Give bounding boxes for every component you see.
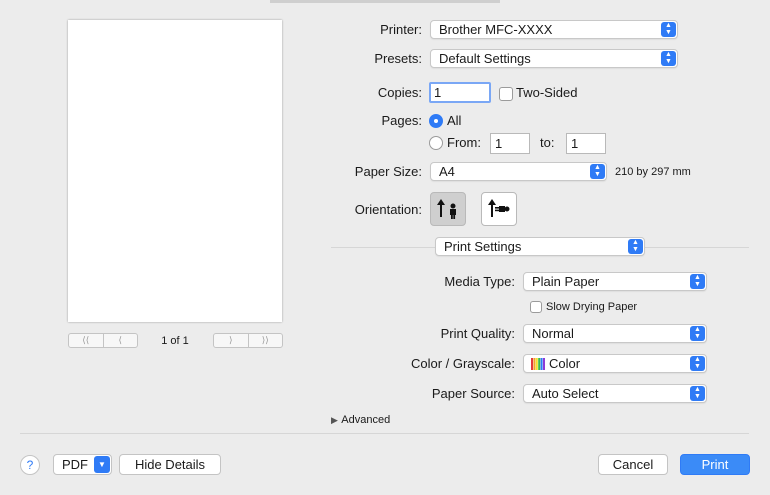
first-page-icon[interactable]: ⟨⟨ (69, 334, 103, 347)
printer-value: Brother MFC-XXXX (439, 22, 553, 37)
media-type-popup[interactable]: Plain Paper ▲ ▼ (523, 272, 707, 291)
paper-size-label: Paper Size: (354, 164, 422, 179)
page-preview (68, 20, 282, 322)
paper-source-value: Auto Select (532, 386, 599, 401)
pages-to-label: to: (540, 135, 555, 150)
printer-popup[interactable]: Brother MFC-XXXX ▲ ▼ (430, 20, 678, 39)
window-top-edge (270, 0, 500, 3)
preview-nav-forward[interactable]: ⟩ ⟩⟩ (213, 333, 283, 348)
advanced-disclosure[interactable]: ▶ Advanced (331, 411, 390, 428)
presets-popup[interactable]: Default Settings ▲ ▼ (430, 49, 678, 68)
previous-page-icon[interactable]: ⟨ (102, 334, 138, 347)
section-popup[interactable]: Print Settings ▲ ▼ (435, 237, 645, 256)
cancel-button[interactable]: Cancel (598, 454, 668, 475)
color-grayscale-value: Color (549, 356, 581, 371)
last-page-icon[interactable]: ⟩⟩ (247, 334, 283, 347)
chevron-updown-icon: ▲ ▼ (628, 239, 643, 254)
chevron-updown-icon: ▲ ▼ (590, 164, 605, 179)
chevron-updown-icon: ▲ ▼ (690, 356, 705, 371)
pdf-label: PDF (62, 457, 88, 472)
copies-label: Copies: (377, 85, 422, 100)
pages-from-input[interactable]: 1 (490, 133, 530, 154)
triangle-right-icon: ▶ (331, 415, 338, 425)
printer-label: Printer: (380, 22, 422, 37)
pages-from-radio[interactable] (429, 136, 443, 150)
chevron-updown-icon: ▲ ▼ (661, 22, 676, 37)
next-page-icon[interactable]: ⟩ (214, 334, 248, 347)
paper-source-popup[interactable]: Auto Select ▲ ▼ (523, 384, 707, 403)
chevron-updown-icon: ▲ ▼ (661, 51, 676, 66)
print-quality-label: Print Quality: (440, 326, 515, 341)
pages-from-label: From: (447, 135, 481, 150)
media-type-label: Media Type: (444, 274, 515, 289)
pdf-menu-button[interactable]: PDF ▼ (53, 454, 112, 475)
chevron-updown-icon: ▲ ▼ (690, 274, 705, 289)
paper-dimensions: 210 by 297 mm (615, 166, 691, 178)
pages-all-label: All (447, 113, 462, 128)
color-grayscale-popup[interactable]: Color ▲ ▼ (523, 354, 707, 373)
two-sided-label: Two-Sided (516, 85, 578, 100)
portrait-icon (437, 199, 456, 219)
copies-input[interactable]: 1 (429, 82, 491, 103)
landscape-icon (488, 199, 510, 217)
slow-drying-checkbox[interactable] (530, 301, 542, 313)
media-type-value: Plain Paper (532, 274, 600, 289)
paper-size-popup[interactable]: A4 ▲ ▼ (430, 162, 607, 181)
print-quality-popup[interactable]: Normal ▲ ▼ (523, 324, 707, 343)
chevron-updown-icon: ▲ ▼ (690, 326, 705, 341)
presets-value: Default Settings (439, 51, 531, 66)
help-button[interactable]: ? (20, 455, 40, 475)
section-value: Print Settings (444, 239, 522, 254)
hide-details-button[interactable]: Hide Details (119, 454, 221, 475)
chevron-updown-icon: ▲ ▼ (690, 386, 705, 401)
preview-nav-back[interactable]: ⟨⟨ ⟨ (68, 333, 138, 348)
portrait-button[interactable] (430, 192, 466, 226)
paper-size-value: A4 (439, 164, 455, 179)
orientation-label: Orientation: (354, 202, 422, 217)
paper-source-label: Paper Source: (431, 386, 515, 401)
question-icon: ? (26, 458, 34, 472)
landscape-button[interactable] (481, 192, 517, 226)
presets-label: Presets: (374, 51, 422, 66)
pages-to-input[interactable]: 1 (566, 133, 606, 154)
page-count: 1 of 1 (161, 335, 189, 347)
color-swatch-icon (531, 358, 545, 370)
chevron-down-icon: ▼ (94, 456, 110, 473)
pages-label: Pages: (381, 113, 422, 128)
footer-divider (20, 433, 749, 434)
two-sided-checkbox[interactable] (499, 87, 513, 101)
advanced-label: Advanced (341, 414, 391, 426)
slow-drying-label: Slow Drying Paper (546, 301, 638, 313)
color-grayscale-label: Color / Grayscale: (410, 356, 515, 371)
print-quality-value: Normal (532, 326, 574, 341)
pages-all-radio[interactable] (429, 114, 443, 128)
print-button[interactable]: Print (680, 454, 750, 475)
